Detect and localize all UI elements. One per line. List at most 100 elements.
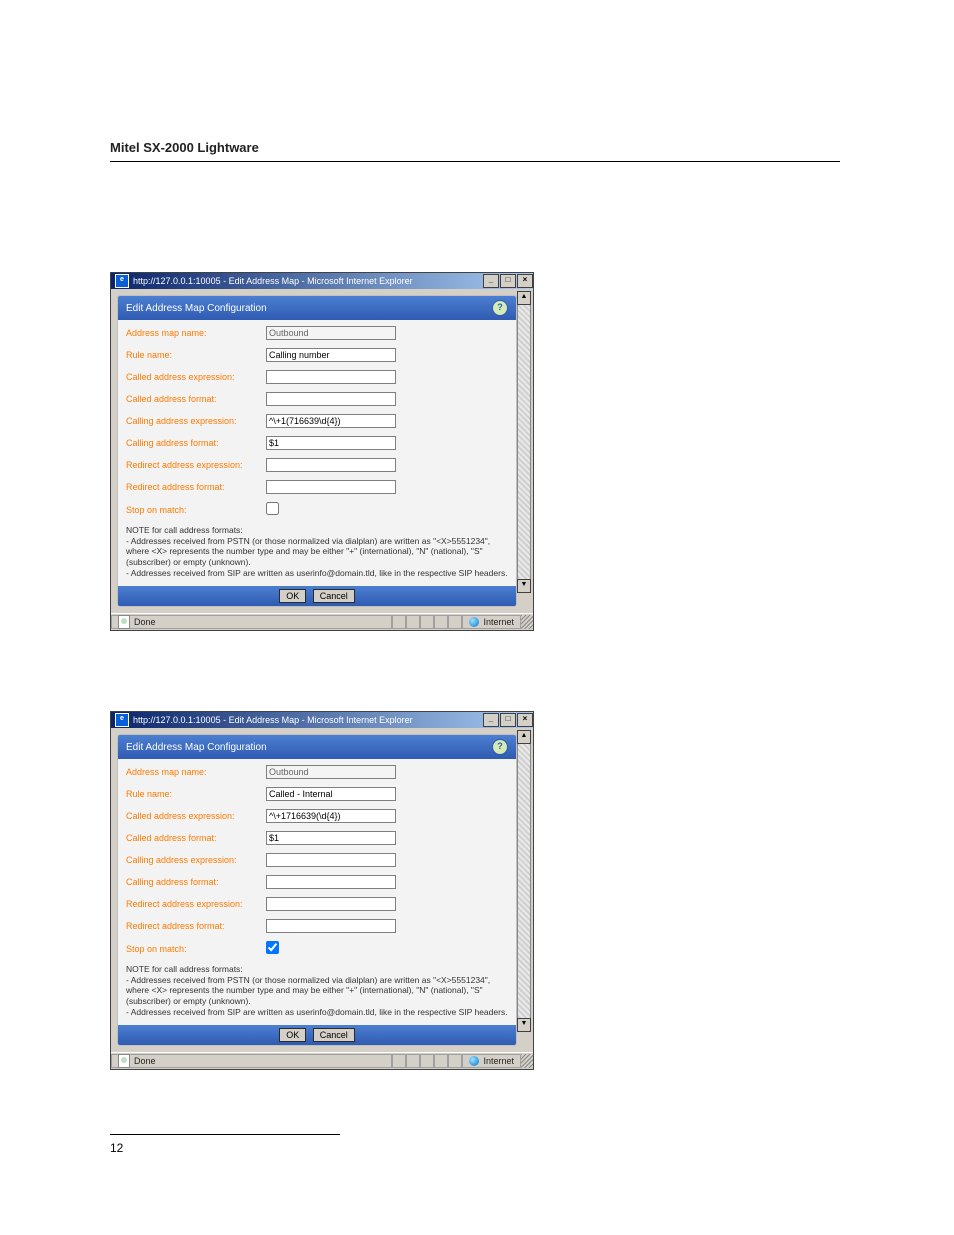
cancel-button[interactable]: Cancel xyxy=(313,589,355,603)
input-redirect-addr-expr[interactable] xyxy=(266,897,396,911)
label-called-addr-expr: Called address expression: xyxy=(126,811,266,821)
ok-button[interactable]: OK xyxy=(279,589,306,603)
ok-button[interactable]: OK xyxy=(279,1028,306,1042)
status-segment xyxy=(434,1054,448,1068)
checkbox-stop-on-match[interactable] xyxy=(266,502,279,515)
label-address-map-name: Address map name: xyxy=(126,767,266,777)
ie-icon: e xyxy=(115,713,129,727)
note-text: NOTE for call address formats: - Address… xyxy=(126,964,508,1017)
title-bar: e http://127.0.0.1:10005 - Edit Address … xyxy=(111,712,533,728)
panel-title: Edit Address Map Configuration xyxy=(126,303,492,314)
label-redirect-addr-expr: Redirect address expression: xyxy=(126,899,266,909)
config-panel: Edit Address Map Configuration ? Address… xyxy=(117,295,517,607)
input-calling-addr-expr[interactable] xyxy=(266,414,396,428)
scroll-up-button[interactable]: ▲ xyxy=(517,730,531,744)
input-calling-addr-fmt[interactable] xyxy=(266,875,396,889)
row-redirect-addr-expr: Redirect address expression: xyxy=(126,897,508,911)
status-done-text: Done xyxy=(134,615,156,629)
vertical-scrollbar[interactable]: ▲ ▼ xyxy=(517,291,531,593)
label-called-addr-expr: Called address expression: xyxy=(126,372,266,382)
input-address-map-name[interactable] xyxy=(266,326,396,340)
input-redirect-addr-fmt[interactable] xyxy=(266,480,396,494)
row-calling-addr-expr: Calling address expression: xyxy=(126,414,508,428)
label-calling-addr-expr: Calling address expression: xyxy=(126,855,266,865)
input-called-addr-expr[interactable] xyxy=(266,809,396,823)
input-rule-name[interactable] xyxy=(266,348,396,362)
label-rule-name: Rule name: xyxy=(126,350,266,360)
row-redirect-addr-fmt: Redirect address format: xyxy=(126,919,508,933)
input-rule-name[interactable] xyxy=(266,787,396,801)
input-redirect-addr-fmt[interactable] xyxy=(266,919,396,933)
status-segment xyxy=(392,1054,406,1068)
status-segments xyxy=(392,1054,462,1068)
row-called-addr-expr: Called address expression: xyxy=(126,809,508,823)
input-redirect-addr-expr[interactable] xyxy=(266,458,396,472)
label-redirect-addr-expr: Redirect address expression: xyxy=(126,460,266,470)
row-stop-on-match: Stop on match: xyxy=(126,502,508,517)
note-text: NOTE for call address formats: - Address… xyxy=(126,525,508,578)
input-address-map-name[interactable] xyxy=(266,765,396,779)
status-segment xyxy=(448,1054,462,1068)
close-button[interactable]: × xyxy=(517,274,533,288)
panel-body: Address map name: Rule name: Called addr… xyxy=(118,759,516,1025)
row-address-map-name: Address map name: xyxy=(126,765,508,779)
row-redirect-addr-fmt: Redirect address format: xyxy=(126,480,508,494)
label-redirect-addr-fmt: Redirect address format: xyxy=(126,921,266,931)
input-called-addr-expr[interactable] xyxy=(266,370,396,384)
globe-icon xyxy=(469,1056,479,1066)
window-title: http://127.0.0.1:10005 - Edit Address Ma… xyxy=(133,715,482,725)
scroll-down-button[interactable]: ▼ xyxy=(517,1018,531,1032)
maximize-button[interactable]: □ xyxy=(500,274,516,288)
status-bar: Done Internet xyxy=(111,1052,533,1069)
document-icon xyxy=(118,1054,130,1068)
cancel-button[interactable]: Cancel xyxy=(313,1028,355,1042)
row-rule-name: Rule name: xyxy=(126,348,508,362)
resize-grip[interactable] xyxy=(521,1054,533,1068)
panel-body: Address map name: Rule name: Called addr… xyxy=(118,320,516,586)
label-calling-addr-fmt: Calling address format: xyxy=(126,438,266,448)
row-rule-name: Rule name: xyxy=(126,787,508,801)
label-stop-on-match: Stop on match: xyxy=(126,944,266,954)
footer-rule xyxy=(110,1134,340,1135)
screenshot-2: e http://127.0.0.1:10005 - Edit Address … xyxy=(110,711,840,1070)
page-content: Mitel SX-2000 Lightware e http://127.0.0… xyxy=(110,140,840,1150)
vertical-scrollbar[interactable]: ▲ ▼ xyxy=(517,730,531,1032)
config-panel: Edit Address Map Configuration ? Address… xyxy=(117,734,517,1046)
minimize-button[interactable]: _ xyxy=(483,713,499,727)
input-called-addr-fmt[interactable] xyxy=(266,392,396,406)
row-calling-addr-expr: Calling address expression: xyxy=(126,853,508,867)
scroll-up-button[interactable]: ▲ xyxy=(517,291,531,305)
label-stop-on-match: Stop on match: xyxy=(126,505,266,515)
minimize-button[interactable]: _ xyxy=(483,274,499,288)
content-area: ▲ ▼ Edit Address Map Configuration ? Add… xyxy=(111,289,533,613)
panel-footer: OK Cancel xyxy=(118,1025,516,1045)
row-calling-addr-fmt: Calling address format: xyxy=(126,436,508,450)
panel-header: Edit Address Map Configuration ? xyxy=(118,735,516,759)
resize-grip[interactable] xyxy=(521,615,533,629)
label-redirect-addr-fmt: Redirect address format: xyxy=(126,482,266,492)
help-icon[interactable]: ? xyxy=(492,739,508,755)
row-stop-on-match: Stop on match: xyxy=(126,941,508,956)
label-called-addr-fmt: Called address format: xyxy=(126,394,266,404)
maximize-button[interactable]: □ xyxy=(500,713,516,727)
panel-title: Edit Address Map Configuration xyxy=(126,742,492,753)
status-zone-text: Internet xyxy=(483,1054,514,1068)
status-done: Done xyxy=(111,615,392,629)
row-called-addr-fmt: Called address format: xyxy=(126,392,508,406)
scroll-down-button[interactable]: ▼ xyxy=(517,579,531,593)
row-redirect-addr-expr: Redirect address expression: xyxy=(126,458,508,472)
status-segment xyxy=(406,1054,420,1068)
row-calling-addr-fmt: Calling address format: xyxy=(126,875,508,889)
close-button[interactable]: × xyxy=(517,713,533,727)
input-calling-addr-expr[interactable] xyxy=(266,853,396,867)
globe-icon xyxy=(469,617,479,627)
help-icon[interactable]: ? xyxy=(492,300,508,316)
status-segment xyxy=(406,615,420,629)
status-segment xyxy=(392,615,406,629)
status-zone-text: Internet xyxy=(483,615,514,629)
document-icon xyxy=(118,615,130,629)
checkbox-stop-on-match[interactable] xyxy=(266,941,279,954)
input-calling-addr-fmt[interactable] xyxy=(266,436,396,450)
status-done: Done xyxy=(111,1054,392,1068)
input-called-addr-fmt[interactable] xyxy=(266,831,396,845)
